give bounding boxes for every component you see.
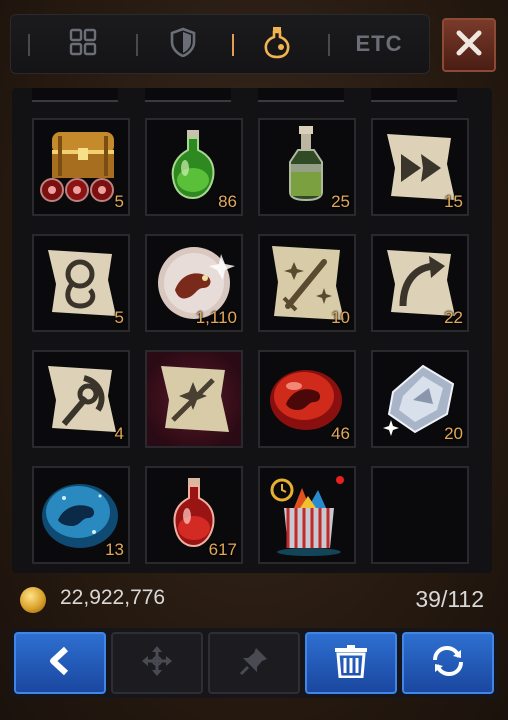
inventory-slot[interactable]: 20 <box>371 350 469 448</box>
partial-slot <box>145 88 231 102</box>
gold-coin-icon <box>20 587 46 613</box>
item-quantity: 20 <box>444 424 463 443</box>
item-quantity: 13 <box>105 540 124 559</box>
item-quantity: 22 <box>444 308 463 327</box>
refresh-button[interactable] <box>402 632 494 694</box>
inventory-slot[interactable]: 5 <box>32 234 130 332</box>
partial-slot <box>32 88 118 102</box>
delete-button[interactable] <box>305 632 397 694</box>
inventory-slot[interactable]: 15 <box>371 118 469 216</box>
item-quantity: 5 <box>114 192 124 211</box>
pin-icon <box>238 645 270 682</box>
item-quantity: 15 <box>444 192 463 211</box>
pin-button[interactable] <box>208 632 300 694</box>
gold-amount: 22,922,776 <box>60 586 166 609</box>
inventory-slot[interactable]: 1,110 <box>145 234 243 332</box>
inventory-slot[interactable]: 13 <box>32 466 130 564</box>
inventory-slot[interactable]: 4 <box>32 350 130 448</box>
inventory-capacity: 39/112 <box>415 586 484 612</box>
tab-equipment[interactable] <box>148 14 218 74</box>
item-quantity: 1,110 <box>195 308 237 327</box>
inventory-slot[interactable]: 46 <box>258 350 356 448</box>
action-bar <box>10 628 498 698</box>
item-quantity: 86 <box>218 192 237 211</box>
refresh-icon <box>431 644 465 683</box>
shield-icon <box>170 27 196 62</box>
inventory-slot[interactable]: 10 <box>258 234 356 332</box>
inventory-slot-empty[interactable] <box>371 466 469 564</box>
tab-divider <box>28 34 30 56</box>
tab-divider-active <box>232 34 234 56</box>
item-quantity: 4 <box>114 424 124 443</box>
potion-icon <box>262 25 292 64</box>
tab-divider <box>328 34 330 56</box>
inventory-slot[interactable] <box>145 350 243 448</box>
tab-etc-label: ETC <box>355 31 403 56</box>
tab-all[interactable] <box>48 14 118 74</box>
item-quantity: 617 <box>208 540 237 559</box>
item-quantity: 10 <box>331 308 350 327</box>
tab-divider <box>136 34 138 56</box>
move-icon <box>140 644 174 683</box>
partial-slot <box>258 88 344 102</box>
grid-icon <box>69 28 97 61</box>
inventory-grid: 5 86 25 15 5 1,110 10 22 4 46 20 13 617 <box>12 88 492 573</box>
close-button[interactable] <box>442 18 496 72</box>
tab-consumables[interactable] <box>242 14 312 74</box>
inventory-slot[interactable]: 25 <box>258 118 356 216</box>
inventory-window: ETC 5 86 25 15 5 1,110 10 22 4 46 20 13 … <box>0 0 508 720</box>
inventory-slot[interactable]: 86 <box>145 118 243 216</box>
item-quantity: 46 <box>331 424 350 443</box>
partial-slot <box>371 88 457 102</box>
trash-icon <box>331 644 371 683</box>
inventory-slot[interactable] <box>258 466 356 564</box>
back-arrow-icon <box>46 646 74 681</box>
inventory-slot[interactable]: 5 <box>32 118 130 216</box>
close-icon <box>456 30 482 61</box>
inventory-slot[interactable]: 617 <box>145 466 243 564</box>
item-quantity: 25 <box>331 192 350 211</box>
move-button[interactable] <box>111 632 203 694</box>
tab-bar: ETC <box>10 14 430 74</box>
inventory-slot[interactable]: 22 <box>371 234 469 332</box>
tab-etc[interactable]: ETC <box>344 14 414 74</box>
item-quantity: 5 <box>114 308 124 327</box>
back-button[interactable] <box>14 632 106 694</box>
